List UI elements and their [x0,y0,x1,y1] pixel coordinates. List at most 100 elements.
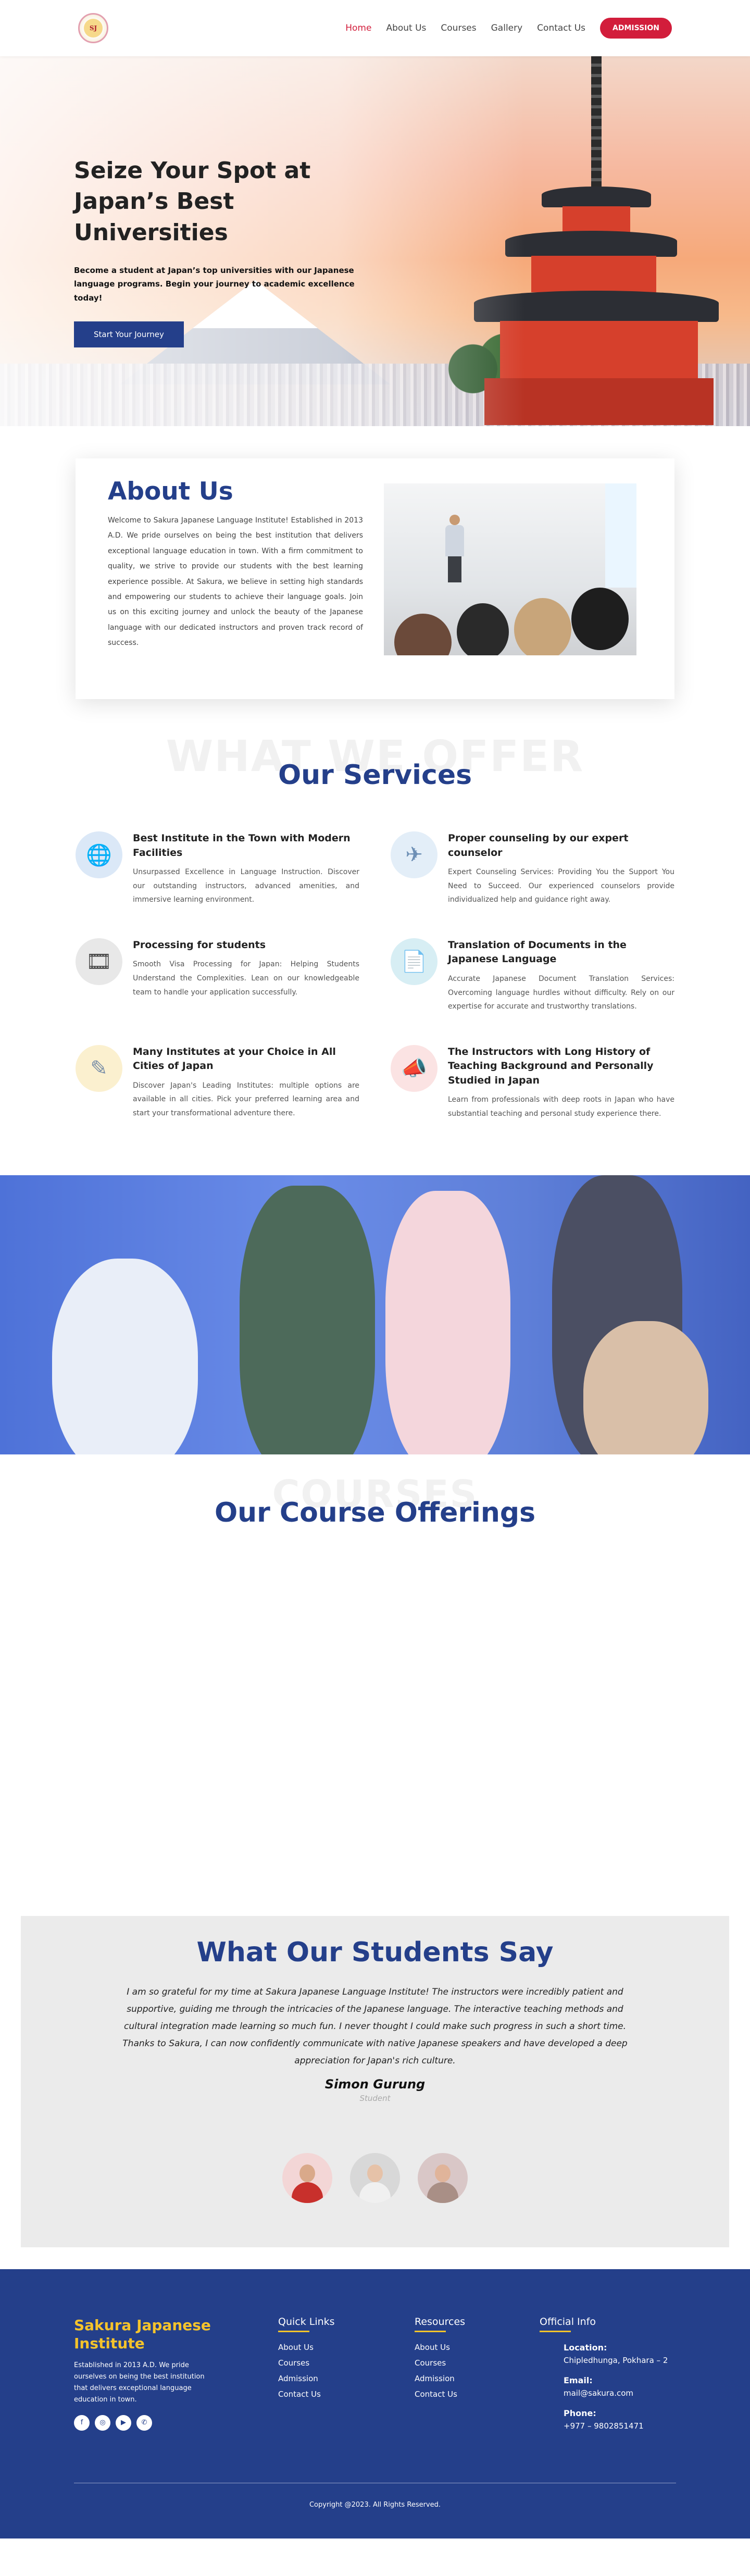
phone-label: Phone: [564,2408,596,2418]
testimonial-name: Simon Gurung [324,2077,426,2092]
hero-title: Seize Your Spot at Japan’s Best Universi… [74,157,311,246]
audience-member [457,603,509,655]
classroom-window [605,483,636,588]
hero-section: Seize Your Spot at Japan’s Best Universi… [0,56,750,426]
audience-member [571,588,629,650]
hero-content: Seize Your Spot at Japan’s Best Universi… [74,155,366,347]
footer-resource-admission[interactable]: Admission [415,2374,540,2383]
courses-title: Our Course Offerings [214,1497,536,1528]
main-nav: Home About Us Courses Gallery Contact Us… [345,18,672,39]
footer-link-courses[interactable]: Courses [278,2358,415,2368]
footer-official-info: Official Info Location: Chipledhunga, Po… [540,2316,675,2441]
footer-title-underline [540,2330,571,2332]
testimonial-title: What Our Students Say [196,1936,554,1968]
service-desc: Discover Japan's Leading Institutes: mul… [133,1081,359,1118]
footer: Sakura Japanese Institute Established in… [0,2269,750,2538]
phone-value[interactable]: +977 – 9802851471 [564,2421,675,2431]
airplane-icon: ✈ [391,831,438,878]
service-item: ✎ Many Institutes at your Choice in All … [76,1044,359,1121]
nav-link-gallery[interactable]: Gallery [491,23,523,33]
facebook-icon[interactable]: f [74,2415,90,2431]
nav-link-courses[interactable]: Courses [441,23,476,33]
start-journey-button[interactable]: Start Your Journey [74,321,184,347]
footer-resources: Resources About Us Courses Admission Con… [415,2316,540,2441]
footer-brand-desc: Established in 2013 A.D. We pride oursel… [74,2361,205,2404]
footer-columns: Sakura Japanese Institute Established in… [74,2316,676,2441]
megaphone-icon: 📣 [391,1044,438,1092]
testimonial-avatars [115,2153,635,2204]
service-desc: Accurate Japanese Document Translation S… [448,974,674,1011]
documents-icon: 📄 [391,938,438,985]
nav-link-contact-us[interactable]: Contact Us [537,23,585,33]
pen-icon: ✎ [76,1044,122,1092]
footer-resource-contact-us[interactable]: Contact Us [415,2390,540,2399]
audience-member [514,598,571,655]
students-banner-photo [0,1175,750,1454]
whatsapp-icon[interactable]: ✆ [136,2415,152,2431]
services-grid: 🌐 Best Institute in the Town with Modern… [76,831,674,1121]
service-title: Translation of Documents in the Japanese… [448,939,627,965]
about-title: About Us [108,477,233,506]
service-title: Many Institutes at your Choice in All Ci… [133,1046,336,1072]
about-text: About Us Welcome to Sakura Japanese Lang… [108,477,363,671]
service-desc: Unsurpassed Excellence in Language Instr… [133,868,359,904]
service-item: 🎞 Processing for students Smooth Visa Pr… [76,938,359,1014]
service-title: Processing for students [133,939,266,951]
footer-link-admission[interactable]: Admission [278,2374,415,2383]
footer-brand-name: Sakura Japanese Institute [74,2316,211,2352]
service-desc: Expert Counseling Services: Providing Yo… [448,868,674,904]
footer-info-title: Official Info [540,2316,596,2328]
about-body: Welcome to Sakura Japanese Language Inst… [108,516,363,648]
navbar: SJ Home About Us Courses Gallery Contact… [0,0,750,56]
about-section: About Us Welcome to Sakura Japanese Lang… [0,426,750,720]
footer-resource-about-us[interactable]: About Us [415,2343,540,2352]
courses-section: COURSES Our Course Offerings [0,1454,750,1916]
service-title: The Instructors with Long History of Tea… [448,1046,654,1086]
youtube-icon[interactable]: ▶ [116,2415,131,2431]
location-value: Chipledhunga, Pokhara – 2 [564,2355,668,2365]
testimonial-section: What Our Students Say I am so grateful f… [21,1915,729,2247]
service-title: Proper counseling by our expert counselo… [448,832,629,858]
email-value[interactable]: mail@sakura.com [564,2388,675,2398]
service-title: Best Institute in the Town with Modern F… [133,832,351,858]
student-figure [52,1258,198,1454]
location-label: Location: [564,2342,607,2353]
services-title: Our Services [278,760,472,791]
logo-emblem: SJ [84,19,103,38]
globe-icon: 🌐 [76,831,122,878]
admission-button[interactable]: ADMISSION [600,18,672,39]
footer-resources-title: Resources [415,2316,466,2328]
student-figure [240,1185,375,1454]
student-figure [385,1190,510,1454]
classroom-photo [384,483,636,655]
service-desc: Learn from professionals with deep roots… [448,1096,674,1118]
footer-brand: Sakura Japanese Institute Established in… [74,2316,278,2441]
service-desc: Smooth Visa Processing for Japan: Helpin… [133,960,359,997]
footer-resource-courses[interactable]: Courses [415,2358,540,2368]
footer-quick-links-title: Quick Links [278,2316,335,2328]
instagram-icon[interactable]: ◎ [95,2415,110,2431]
nav-link-about-us[interactable]: About Us [386,23,426,33]
avatar[interactable] [418,2153,468,2204]
copyright-text: Copyright @2023. All Rights Reserved. [309,2500,441,2509]
presenter-figure [445,515,464,582]
avatar[interactable] [282,2153,332,2204]
footer-title-underline [278,2330,309,2332]
nav-link-home[interactable]: Home [345,23,371,33]
services-section: WHAT WE OFFER Our Services 🌐 Best Instit… [0,720,750,1142]
testimonial-quote: I am so grateful for my time at Sakura J… [122,1986,628,2067]
service-item: ✈ Proper counseling by our expert counse… [391,831,674,907]
service-item: 📣 The Instructors with Long History of T… [391,1044,674,1121]
testimonial-role: Student [359,2094,391,2104]
service-item: 🌐 Best Institute in the Town with Modern… [76,831,359,907]
institute-logo[interactable]: SJ [78,13,108,43]
about-card: About Us Welcome to Sakura Japanese Lang… [76,458,674,699]
footer-link-about-us[interactable]: About Us [278,2343,415,2352]
email-label: Email: [564,2375,593,2385]
footer-link-contact-us[interactable]: Contact Us [278,2390,415,2399]
film-reel-icon: 🎞 [76,938,122,985]
footer-quick-links: Quick Links About Us Courses Admission C… [278,2316,415,2441]
footer-title-underline [415,2330,446,2332]
hero-subtitle: Become a student at Japan’s top universi… [74,266,355,303]
avatar[interactable] [350,2153,400,2204]
